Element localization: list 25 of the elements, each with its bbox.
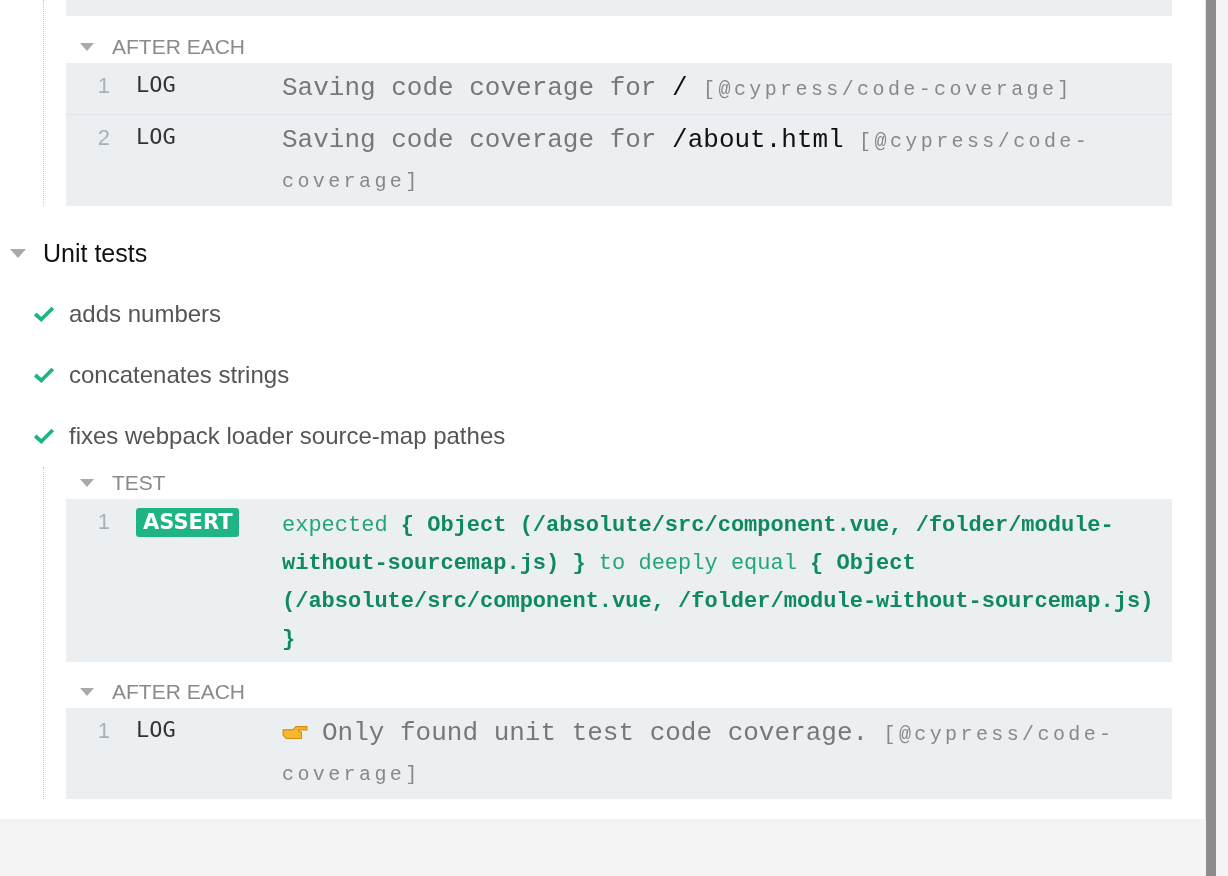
command-name: LOG [136,72,176,97]
caret-icon[interactable] [80,688,94,696]
suite-title[interactable]: Unit tests [43,238,148,268]
command-row[interactable]: 1 LOG Only found unit test code coverage. [@cypress/code-coverage] [66,708,1172,799]
command-name: LOG [136,717,176,742]
assert-badge: ASSERT [136,508,240,537]
caret-icon[interactable] [80,479,94,487]
command-message: Only found unit test code coverage. [@cypress/code-coverage] [282,717,1116,788]
command-message: Saving code coverage for / [@cypress/code-coverage] [282,72,1074,105]
test-name[interactable]: fixes webpack loader source-map pathes [69,422,506,450]
test-name[interactable]: adds numbers [69,300,222,328]
scrollbar[interactable] [1206,0,1216,876]
command-row[interactable]: 1 LOG Saving code coverage for / [@cypress/code-coverage] [66,63,1172,114]
line-number: 1 [96,717,110,745]
line-number: 2 [96,124,110,152]
caret-icon[interactable] [10,248,26,258]
command-row[interactable]: 2 LOG Saving code coverage for /about.html [@cypress/code-coverage] [66,114,1172,206]
line-number: 1 [96,508,110,536]
command-row[interactable]: 1 ASSERT expected { Object (/absolute/src/component.vue, /folder/module-without-sourcemap.js) } to deeply equal { Object (/absolute/src/component.vue, /folder/module-without-sourcemap.js) } [66,499,1172,662]
command-message: expected { Object (/absolute/src/component.vue, /folder/module-without-sourcemap.js) } to deeply equal { Object (/absolute/src/component.vue, /folder/module-without-sourcemap.js) } [282,512,1155,654]
command-message: Saving code coverage for /about.html [@cypress/code-coverage] [282,124,1092,195]
line-number: 1 [96,72,110,100]
command-name: LOG [136,124,176,149]
caret-icon[interactable] [80,43,94,51]
test-name[interactable]: concatenates strings [69,361,290,389]
